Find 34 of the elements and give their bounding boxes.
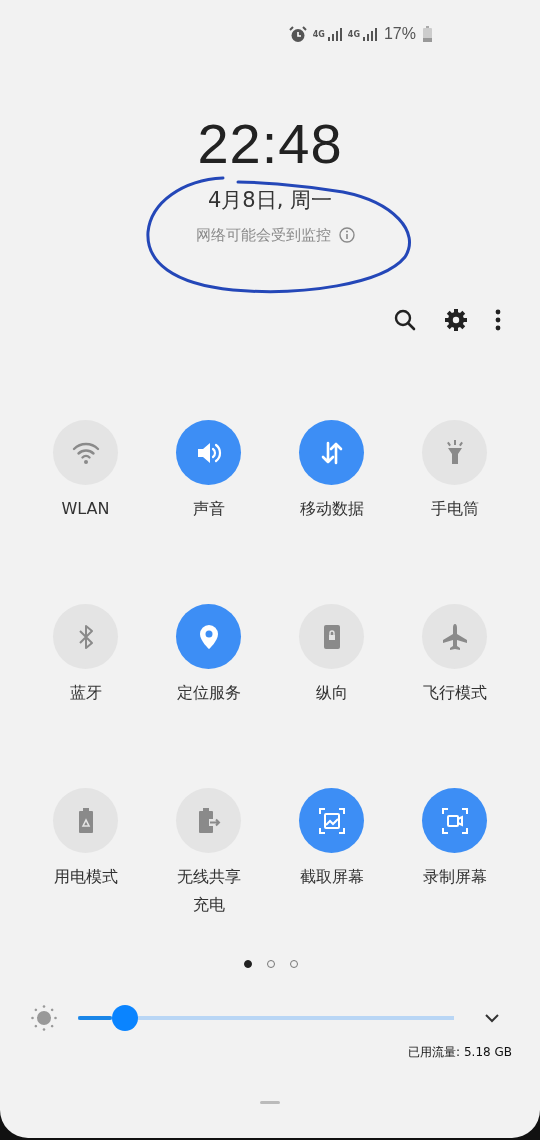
more-options-icon[interactable] [495,308,501,332]
toggle-label: 定位服务 [175,682,242,704]
settings-icon[interactable] [444,308,468,332]
toggle-label: 纵向 [314,682,349,704]
toggle-label: 蓝牙 [68,682,103,704]
data-usage-text: 已用流量: 5.18 GB [408,1044,512,1061]
clock-time: 22:48 [197,114,343,174]
search-icon[interactable] [393,308,417,332]
toggle-label: 移动数据 [298,498,365,520]
image-frame-icon [316,805,347,836]
toggle-label: 手电筒 [429,498,480,520]
chevron-down-icon[interactable] [484,1013,500,1023]
alarm-icon [288,25,307,43]
page-indicator-dot[interactable] [243,960,252,968]
video-frame-icon [439,805,470,836]
toggle-label: 截取屏幕 [298,866,365,888]
signal-icon [362,27,377,41]
toggle-label: 声音 [191,498,226,520]
brightness-slider-thumb[interactable] [111,1005,138,1031]
network-monitor-notice: 网络可能会受到监控 [195,225,331,246]
toggle-label: 飞行模式 [421,682,488,704]
brightness-icon [30,1004,58,1032]
network-type-label: 4G [312,29,325,39]
toggle-label: 无线共享充电 [175,866,242,916]
date-text: 4月8日, 周一 [207,187,333,214]
network-type-label: 4G [347,29,360,39]
signal-icon [327,27,342,41]
battery-percentage: 17% [383,25,416,43]
toggle-label: WLAN [60,498,111,520]
battery-icon [423,26,432,42]
drag-handle[interactable] [260,1101,280,1104]
info-icon[interactable] [338,227,355,243]
toggle-label: 录制屏幕 [421,866,488,888]
toggle-label: 用电模式 [52,866,119,888]
